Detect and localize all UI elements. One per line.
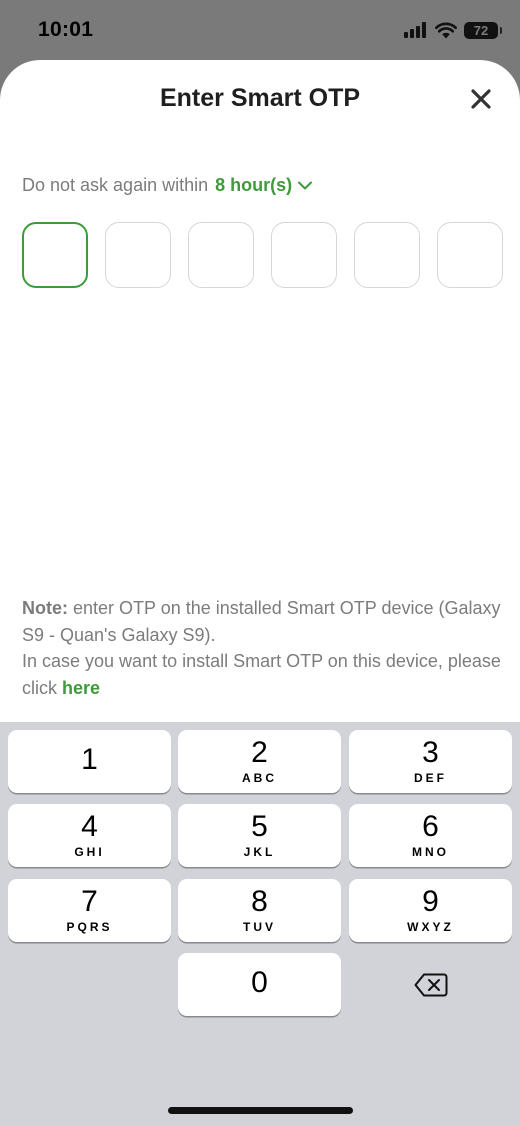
otp-digit-1[interactable] [22, 222, 88, 288]
key-letters: ABC [242, 771, 277, 785]
backspace-icon [414, 973, 447, 996]
key-letters: DEF [414, 771, 447, 785]
screen: 10:01 72 Enter Smart OTP Do not ask agai… [0, 0, 520, 1125]
key-0[interactable]: 0 [178, 953, 341, 1016]
cellular-signal-icon [404, 22, 426, 38]
numeric-keypad: 1 2 ABC 3 DEF 4 GHI 5 JKL 6 MNO 7 PQRS 8… [0, 722, 520, 1125]
close-icon [471, 89, 491, 109]
key-letters: JKL [243, 845, 276, 859]
sheet-title: Enter Smart OTP [159, 84, 361, 112]
key-digit: 8 [251, 885, 268, 918]
key-4[interactable]: 4 GHI [8, 804, 171, 867]
status-icons: 72 [404, 21, 502, 39]
key-digit: 5 [251, 810, 268, 843]
key-digit: 6 [422, 810, 439, 843]
ask-again-dropdown[interactable]: 8 hour(s) [215, 175, 313, 196]
note-line-1: enter OTP on the installed Smart OTP dev… [22, 598, 501, 645]
key-5[interactable]: 5 JKL [178, 804, 341, 867]
backspace-key[interactable] [349, 953, 512, 1016]
status-bar: 10:01 72 [0, 0, 520, 60]
otp-digit-3[interactable] [188, 222, 254, 288]
key-9[interactable]: 9 WXYZ [349, 879, 512, 942]
otp-digit-4[interactable] [271, 222, 337, 288]
key-7[interactable]: 7 PQRS [8, 879, 171, 942]
key-digit: 2 [251, 736, 268, 769]
key-8[interactable]: 8 TUV [178, 879, 341, 942]
key-letters: MNO [412, 845, 449, 859]
home-indicator[interactable] [168, 1107, 353, 1114]
note-text: Note: enter OTP on the installed Smart O… [22, 595, 502, 701]
otp-digit-2[interactable] [105, 222, 171, 288]
key-digit: 3 [422, 736, 439, 769]
key-digit: 9 [422, 885, 439, 918]
key-digit: 0 [251, 966, 268, 999]
key-letters: PQRS [66, 920, 113, 934]
key-letters: WXYZ [407, 920, 454, 934]
battery-icon: 72 [464, 21, 502, 39]
ask-again-row: Do not ask again within 8 hour(s) [22, 175, 313, 196]
install-here-link[interactable]: here [62, 678, 100, 698]
key-6[interactable]: 6 MNO [349, 804, 512, 867]
otp-digit-6[interactable] [437, 222, 503, 288]
key-digit: 7 [81, 885, 98, 918]
note-label: Note: [22, 598, 68, 618]
key-3[interactable]: 3 DEF [349, 730, 512, 793]
status-time: 10:01 [38, 18, 94, 41]
key-letters: TUV [243, 920, 276, 934]
otp-input-row [22, 222, 503, 288]
key-digit: 4 [81, 810, 98, 843]
key-2[interactable]: 2 ABC [178, 730, 341, 793]
battery-level: 72 [473, 22, 489, 38]
key-digit: 1 [81, 743, 98, 776]
key-1[interactable]: 1 [8, 730, 171, 793]
ask-again-label: Do not ask again within [22, 175, 209, 195]
wifi-icon [435, 22, 457, 38]
chevron-down-icon [298, 181, 313, 190]
otp-sheet: Enter Smart OTP Do not ask again within … [0, 60, 520, 722]
ask-again-value: 8 hour(s) [215, 175, 293, 195]
close-button[interactable] [468, 86, 494, 112]
otp-digit-5[interactable] [354, 222, 420, 288]
key-letters: GHI [74, 845, 105, 859]
